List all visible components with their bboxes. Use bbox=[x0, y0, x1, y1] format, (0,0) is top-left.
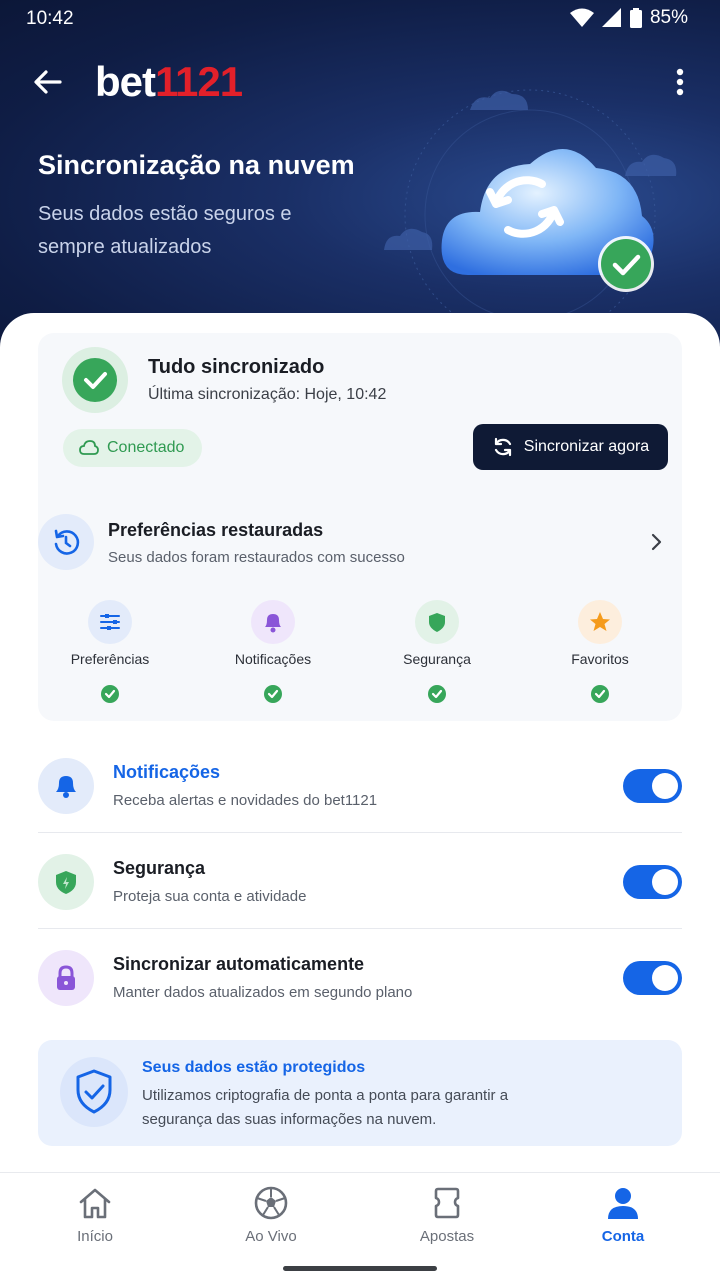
setting-subtitle: Proteja sua conta e atividade bbox=[113, 888, 307, 905]
tab-label: Início bbox=[77, 1228, 113, 1245]
page-subtitle: Seus dados estão seguros e sempre atuali… bbox=[38, 203, 292, 258]
check-icon bbox=[101, 685, 119, 703]
gesture-home-bar[interactable] bbox=[283, 1266, 437, 1271]
status-time: 10:42 bbox=[26, 8, 74, 29]
sync-now-button[interactable]: Sincronizar agora bbox=[473, 424, 668, 470]
restored-title: Preferências restauradas bbox=[108, 520, 324, 540]
lock-icon bbox=[38, 950, 94, 1006]
restored-item-notifications: Notificações bbox=[203, 590, 343, 715]
tab-ao-vivo[interactable]: Ao Vivo bbox=[216, 1185, 326, 1255]
restored-item-security: Segurança bbox=[367, 590, 507, 715]
user-icon bbox=[608, 1188, 638, 1219]
protection-text: Utilizamos criptografia de ponta a ponta… bbox=[142, 1087, 509, 1128]
status-icons: 85% bbox=[569, 7, 688, 29]
cloud-icon bbox=[79, 440, 99, 455]
back-arrow-icon[interactable] bbox=[30, 64, 66, 100]
protection-title: Seus dados estão protegidos bbox=[142, 1059, 366, 1076]
cloud-sync-illustration bbox=[384, 89, 677, 320]
shield-icon bbox=[415, 600, 459, 644]
tab-label: Apostas bbox=[419, 1228, 475, 1245]
connection-status-chip: Conectado bbox=[63, 429, 202, 467]
refresh-icon bbox=[494, 437, 511, 457]
data-protection-notice: Seus dados estão protegidos Utilizamos c… bbox=[38, 1040, 682, 1146]
setting-title: Notificações bbox=[113, 762, 221, 782]
bottom-navigation: Início Ao Vivo Apostas Conta bbox=[0, 1172, 720, 1280]
setting-security[interactable]: Segurança Proteja sua conta e atividade bbox=[38, 832, 682, 928]
item-label: Notificações bbox=[234, 651, 312, 667]
bell-icon bbox=[251, 600, 295, 644]
item-label: Segurança bbox=[403, 651, 471, 667]
setting-subtitle: Manter dados atualizados em segundo plan… bbox=[113, 984, 413, 1001]
sync-ok-badge bbox=[62, 347, 128, 413]
signal-icon bbox=[601, 8, 621, 27]
sync-title: Tudo sincronizado bbox=[148, 356, 325, 378]
tab-apostas[interactable]: Apostas bbox=[392, 1185, 502, 1255]
shield-check-icon bbox=[60, 1057, 128, 1127]
restored-items: Preferências Notificações Segurança Favo… bbox=[38, 590, 682, 715]
status-bar: 10:42 85% bbox=[0, 0, 720, 36]
restored-item-preferences: Preferências bbox=[40, 590, 180, 715]
page-title: Sincronização na nuvem bbox=[38, 150, 355, 180]
security-toggle[interactable] bbox=[623, 865, 682, 899]
battery-level: 85% bbox=[649, 7, 688, 28]
restored-preferences-row[interactable]: Preferências restauradas Seus dados fora… bbox=[38, 510, 682, 576]
check-icon bbox=[591, 685, 609, 703]
chip-label: Conectado bbox=[107, 439, 185, 456]
item-label: Favoritos bbox=[571, 651, 629, 667]
tab-label: Ao Vivo bbox=[245, 1228, 297, 1245]
tab-inicio[interactable]: Início bbox=[40, 1185, 150, 1255]
setting-title: Sincronizar automaticamente bbox=[113, 954, 365, 974]
battery-icon bbox=[629, 8, 642, 28]
item-label: Preferências bbox=[70, 651, 150, 667]
check-icon bbox=[428, 685, 446, 703]
home-icon bbox=[79, 1188, 111, 1219]
check-icon bbox=[264, 685, 282, 703]
toggle-knob bbox=[652, 869, 678, 895]
restored-item-favorites: Favoritos bbox=[530, 590, 670, 715]
tab-label: Conta bbox=[601, 1228, 645, 1245]
setting-subtitle: Receba alertas e novidades do bet1121 bbox=[113, 792, 378, 809]
notifications-toggle[interactable] bbox=[623, 769, 682, 803]
bell-icon bbox=[38, 758, 94, 814]
star-icon bbox=[578, 600, 622, 644]
sync-now-label: Sincronizar agora bbox=[523, 438, 650, 455]
chevron-right-icon bbox=[651, 533, 662, 551]
setting-title: Segurança bbox=[113, 858, 206, 878]
check-icon bbox=[84, 372, 107, 389]
soccer-ball-icon bbox=[254, 1186, 288, 1220]
ticket-icon bbox=[434, 1187, 460, 1219]
toggle-knob bbox=[652, 965, 678, 991]
last-sync-text: Última sincronização: Hoje, 10:42 bbox=[148, 386, 387, 403]
hero-header: 10:42 85% bet1121 Sincronização na nuvem… bbox=[0, 0, 720, 360]
history-icon bbox=[38, 514, 94, 570]
brand-logo: bet1121 bbox=[95, 58, 243, 105]
toggle-knob bbox=[652, 773, 678, 799]
tab-conta[interactable]: Conta bbox=[568, 1185, 678, 1255]
sliders-icon bbox=[88, 600, 132, 644]
shield-icon bbox=[38, 854, 94, 910]
wifi-icon bbox=[569, 8, 594, 27]
auto-sync-toggle[interactable] bbox=[623, 961, 682, 995]
restored-subtitle: Seus dados foram restaurados com sucesso bbox=[108, 549, 405, 566]
setting-notifications[interactable]: Notificações Receba alertas e novidades … bbox=[38, 736, 682, 832]
setting-auto-sync[interactable]: Sincronizar automaticamente Manter dados… bbox=[38, 928, 682, 1024]
